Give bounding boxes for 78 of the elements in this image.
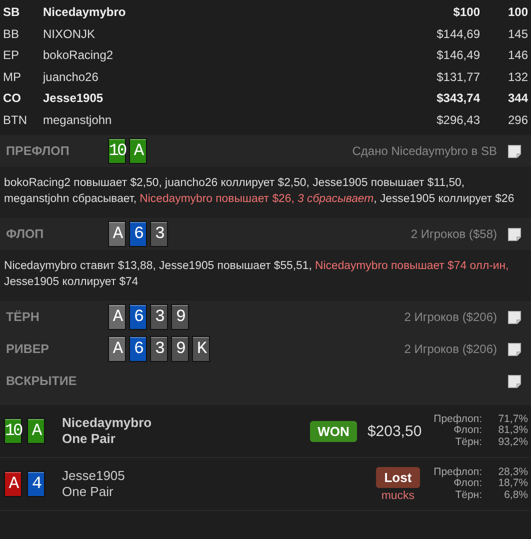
hand-rank: One Pair (62, 431, 116, 447)
equity-label: Префлоп: (434, 466, 482, 478)
note-icon[interactable] (508, 342, 521, 356)
equity-label: Тёрн: (454, 490, 482, 502)
player-stack: $343,74 (436, 90, 480, 107)
player-position: SB (3, 4, 21, 21)
playing-card: 3 (150, 336, 168, 362)
note-icon[interactable] (508, 144, 521, 158)
player-bb: 296 (506, 112, 528, 128)
equity-value: 71,7% (497, 414, 528, 426)
result-badge: WON (310, 420, 358, 442)
playing-card: K (192, 336, 210, 362)
equity-label: Тёрн: (454, 436, 482, 448)
player-name: Nicedaymybro (62, 415, 153, 431)
player-name: bokoRacing2 (43, 47, 114, 64)
player-stack: $296,43 (436, 112, 480, 128)
street-info: 2 Игроков ($58) (410, 227, 497, 241)
street-title: ПРЕФЛОП (6, 144, 70, 158)
equity-value: 81,3% (497, 425, 528, 437)
action-log: Nicedaymybro ставит $13,88, Jesse1905 повышает $55,51, Nicedaymybro повышает $74 олл-ин, Jesse1905 коллирует $74 (0, 250, 531, 301)
playing-card: A (108, 336, 126, 362)
playing-card: A (129, 138, 147, 164)
player-name: NIXONJK (43, 26, 96, 42)
player-stack: $100 (452, 4, 480, 21)
playing-card: 9 (171, 336, 189, 362)
street-title: ТЁРН (6, 310, 40, 324)
player-name: juancho26 (43, 68, 100, 86)
playing-card: A (108, 304, 126, 330)
player-stack: $146,49 (436, 47, 480, 64)
playing-card: 10 (108, 138, 126, 164)
player-position: MP (3, 68, 22, 86)
player-bb: 146 (506, 47, 528, 64)
player-position: BB (3, 26, 20, 42)
muck-note: mucks (381, 490, 415, 502)
equity-value: 6,8% (503, 490, 528, 502)
equity-value: 18,7% (497, 478, 528, 490)
player-bb: 100 (506, 4, 528, 21)
player-position: BTN (3, 112, 28, 128)
player-bb: 132 (506, 68, 528, 86)
playing-card: 6 (129, 221, 147, 247)
won-amount: $203,50 (367, 422, 422, 440)
note-icon[interactable] (508, 310, 521, 324)
player-bb: 344 (506, 90, 528, 107)
street-info: 2 Игроков ($206) (404, 310, 497, 324)
playing-card: 6 (129, 336, 147, 362)
note-icon[interactable] (508, 228, 521, 240)
player-name: Nicedaymybro (43, 4, 127, 21)
playing-card: A (4, 471, 22, 497)
street-title: ВСКРЫТИЕ (6, 374, 78, 388)
street-title: РИВЕР (6, 342, 50, 356)
equity-label: Флоп: (454, 478, 482, 490)
player-bb: 145 (506, 26, 528, 42)
equity-value: 28,3% (497, 466, 528, 478)
playing-card: 3 (150, 304, 168, 330)
action-log: bokoRacing2 повышает $2,50, juancho26 коллирует $2,50, Jesse1905 повышает $11,50, meganstjohn сбрасывает, Nicedaymybro повышает $26, 3 сбрасывает, Jesse1905 коллирует $26 (0, 167, 531, 218)
player-stack: $144,69 (436, 26, 480, 42)
playing-card: 3 (150, 221, 168, 247)
playing-card: 10 (4, 418, 22, 444)
playing-card: 6 (129, 304, 147, 330)
player-name: Jesse1905 (62, 468, 126, 484)
equity-label: Флоп: (454, 425, 482, 437)
player-stack: $131,77 (436, 68, 480, 86)
result-badge: Lost (376, 466, 420, 488)
player-name: Jesse1905 (43, 90, 104, 107)
equity-label: Префлоп: (434, 414, 482, 426)
street-title: ФЛОП (6, 227, 45, 241)
hand-rank: One Pair (62, 484, 114, 500)
player-position: CO (3, 90, 22, 107)
playing-card: 4 (27, 471, 45, 497)
note-icon[interactable] (508, 374, 521, 388)
equity-value: 93,2% (497, 436, 528, 448)
playing-card: A (27, 418, 45, 444)
street-info: Сдано Nicedaymybro в SB (352, 144, 497, 158)
playing-card: 9 (171, 304, 189, 330)
playing-card: A (108, 221, 126, 247)
player-position: EP (3, 47, 20, 64)
street-info: 2 Игроков ($206) (404, 342, 497, 356)
player-name: meganstjohn (43, 112, 113, 128)
